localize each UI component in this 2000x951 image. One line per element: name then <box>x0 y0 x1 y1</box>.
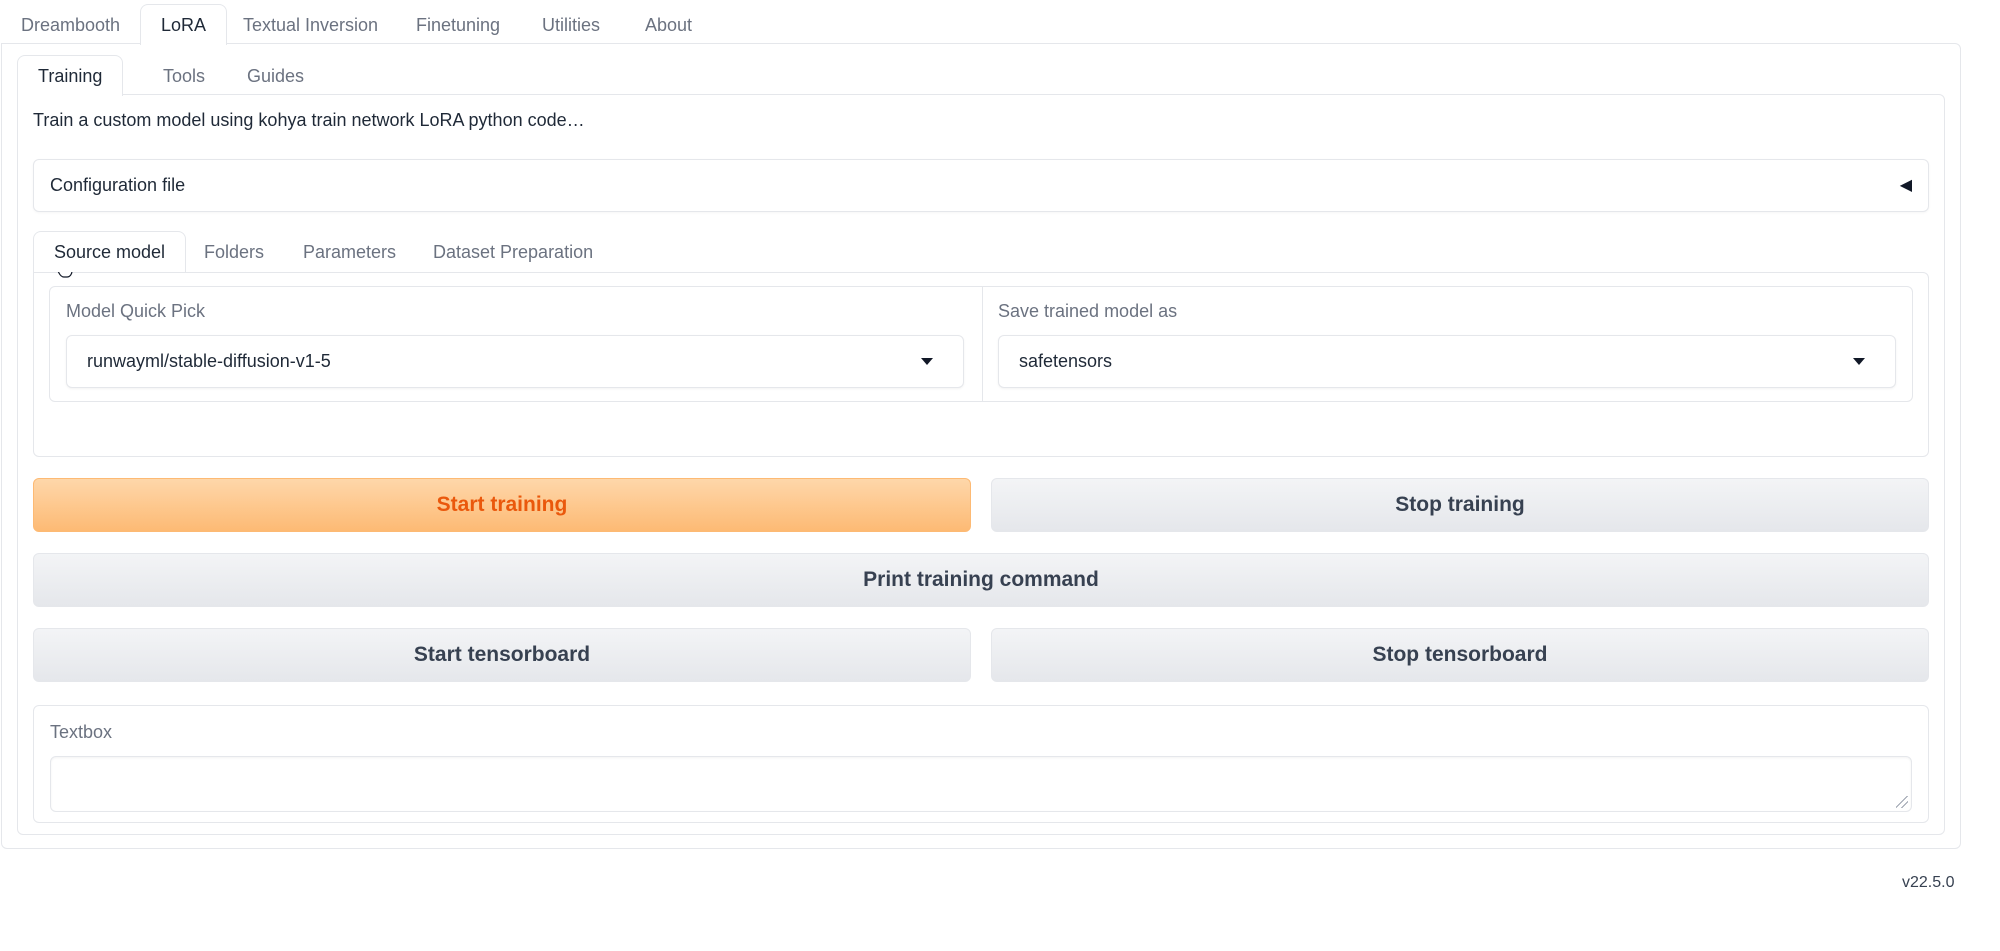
textbox-group: Textbox <box>33 705 1929 823</box>
tab-dataset-preparation[interactable]: Dataset Preparation <box>412 231 614 271</box>
tab-lora[interactable]: LoRA <box>140 4 228 45</box>
collapse-arrow-icon[interactable]: ◀ <box>1900 160 1912 211</box>
tab-utilities[interactable]: Utilities <box>521 4 621 44</box>
chevron-down-icon <box>1853 358 1865 365</box>
model-quick-pick-label: Model Quick Pick <box>66 301 206 321</box>
start-training-button[interactable]: Start training <box>33 478 971 532</box>
tab-guides[interactable]: Guides <box>226 55 325 95</box>
stop-training-button[interactable]: Stop training <box>991 478 1929 532</box>
tab-about[interactable]: About <box>624 4 713 44</box>
config-file-accordion[interactable]: Configuration file ◀ <box>33 159 1929 212</box>
tab-training[interactable]: Training <box>17 55 124 96</box>
stop-tensorboard-button[interactable]: Stop tensorboard <box>991 628 1929 682</box>
start-tensorboard-button[interactable]: Start tensorboard <box>33 628 971 682</box>
save-model-as-label: Save trained model as <box>998 301 1178 321</box>
tab-dreambooth[interactable]: Dreambooth <box>0 4 141 44</box>
version-label: v22.5.0 <box>1902 874 1955 891</box>
tab-finetuning[interactable]: Finetuning <box>395 4 521 44</box>
config-file-label: Configuration file <box>50 175 186 195</box>
save-model-as-dropdown[interactable]: safetensors <box>998 335 1896 388</box>
textbox-input[interactable] <box>50 756 1912 812</box>
source-model-fields: Model Quick Pick runwayml/stable-diffusi… <box>49 286 1913 402</box>
print-training-command-button[interactable]: Print training command <box>33 553 1929 607</box>
tab-textual-inversion[interactable]: Textual Inversion <box>222 4 399 44</box>
save-model-as-value: safetensors <box>1019 351 1113 371</box>
tab-tools[interactable]: Tools <box>142 55 226 95</box>
tab-source-model[interactable]: Source model <box>33 231 187 272</box>
chevron-down-icon <box>921 358 933 365</box>
tab-folders[interactable]: Folders <box>183 231 285 271</box>
field-divider <box>982 287 983 401</box>
model-quick-pick-value: runwayml/stable-diffusion-v1-5 <box>87 351 331 371</box>
tab-parameters[interactable]: Parameters <box>282 231 417 271</box>
resize-handle-icon[interactable] <box>1896 796 1908 808</box>
model-quick-pick-dropdown[interactable]: runwayml/stable-diffusion-v1-5 <box>66 335 964 388</box>
textbox-label: Textbox <box>50 722 113 742</box>
panel-description: Train a custom model using kohya train n… <box>33 110 585 130</box>
top-tab-bar: Dreambooth LoRA Textual Inversion Finetu… <box>0 4 1960 45</box>
